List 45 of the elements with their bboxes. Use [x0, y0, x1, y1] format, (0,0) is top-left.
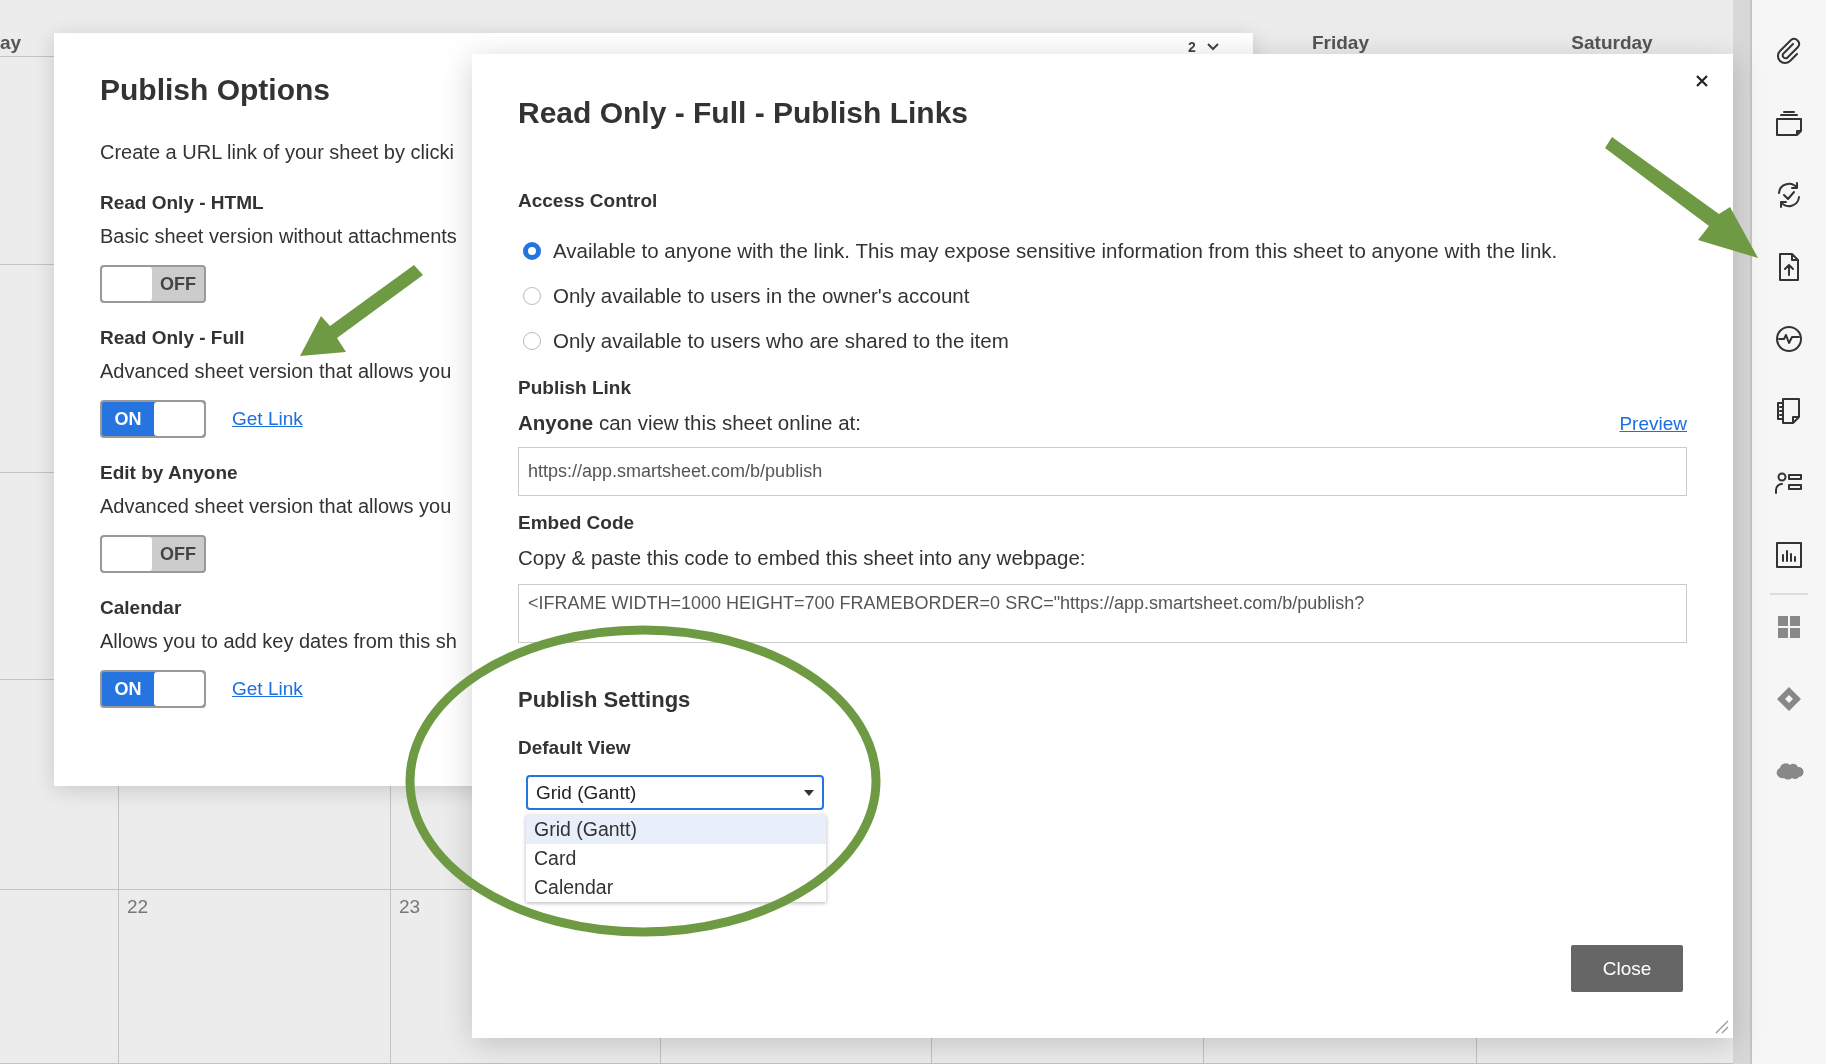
- toggle-switch[interactable]: OFF: [100, 265, 206, 303]
- option-description: Basic sheet version without attachments: [100, 225, 458, 248]
- section-heading: Publish Link: [518, 377, 632, 399]
- option-description: Advanced sheet version that allows you: [100, 360, 453, 383]
- embed-code-field[interactable]: <IFRAME WIDTH=1000 HEIGHT=700 FRAMEBORDER=0 SRC="https://app.smartsheet.com/b/publish?: [518, 584, 1687, 643]
- toggle-switch[interactable]: OFF: [100, 535, 206, 573]
- day-header: Saturday: [1571, 32, 1653, 54]
- day-header: Friday: [1312, 32, 1369, 54]
- dropdown-option[interactable]: Calendar: [526, 873, 826, 902]
- toggle-switch[interactable]: ON: [100, 400, 206, 438]
- option-title: Calendar: [100, 597, 183, 619]
- radio-option[interactable]: Only available to users who are shared to the item: [523, 318, 1687, 363]
- month-label: 2: [1188, 39, 1196, 55]
- dropdown-option[interactable]: Card: [526, 844, 826, 873]
- chevron-down-icon[interactable]: [1205, 42, 1220, 52]
- day-header: ay: [0, 32, 22, 54]
- get-link[interactable]: Get Link: [232, 408, 303, 430]
- option-title: Edit by Anyone: [100, 462, 239, 484]
- panel-description: Create a URL link of your sheet by clicki: [100, 141, 455, 164]
- radio-option[interactable]: Only available to users in the owner's account: [523, 273, 1687, 318]
- day-number: 22: [127, 896, 149, 918]
- dropdown-option[interactable]: Grid (Gantt): [526, 815, 826, 844]
- field-caption: Copy & paste this code to embed this sheet into any webpage:: [518, 546, 1087, 570]
- section-heading: Access Control: [518, 190, 659, 212]
- option-description: Advanced sheet version that allows you: [100, 495, 453, 518]
- default-view-select[interactable]: Grid (Gantt): [526, 775, 824, 810]
- section-heading: Publish Settings: [518, 687, 692, 713]
- field-caption: Anyone can view this sheet online at:: [518, 411, 861, 435]
- get-link[interactable]: Get Link: [232, 678, 303, 700]
- day-number: 23: [399, 896, 421, 918]
- url-field[interactable]: https://app.smartsheet.com/b/publish: [518, 447, 1687, 496]
- option-title: Read Only - HTML: [100, 192, 265, 214]
- toggle-switch[interactable]: ON: [100, 670, 206, 708]
- scrollbar[interactable]: [1733, 0, 1752, 1064]
- radio-option[interactable]: Available to anyone with the link. This may expose sensitive information from this sheet to anyone with the link.: [523, 228, 1687, 273]
- resize-grip-icon[interactable]: [1713, 1018, 1729, 1034]
- field-label: Default View: [518, 737, 632, 759]
- panel-title: Publish Options: [100, 73, 331, 107]
- option-title: Read Only - Full: [100, 327, 246, 349]
- close-button[interactable]: Close: [1571, 945, 1683, 992]
- option-description: Allows you to add key dates from this sh: [100, 630, 458, 653]
- caret-icon: [804, 789, 814, 796]
- dialog-title: Read Only - Full - Publish Links: [518, 96, 970, 130]
- preview-link[interactable]: Preview: [1619, 413, 1687, 435]
- section-heading: Embed Code: [518, 512, 636, 534]
